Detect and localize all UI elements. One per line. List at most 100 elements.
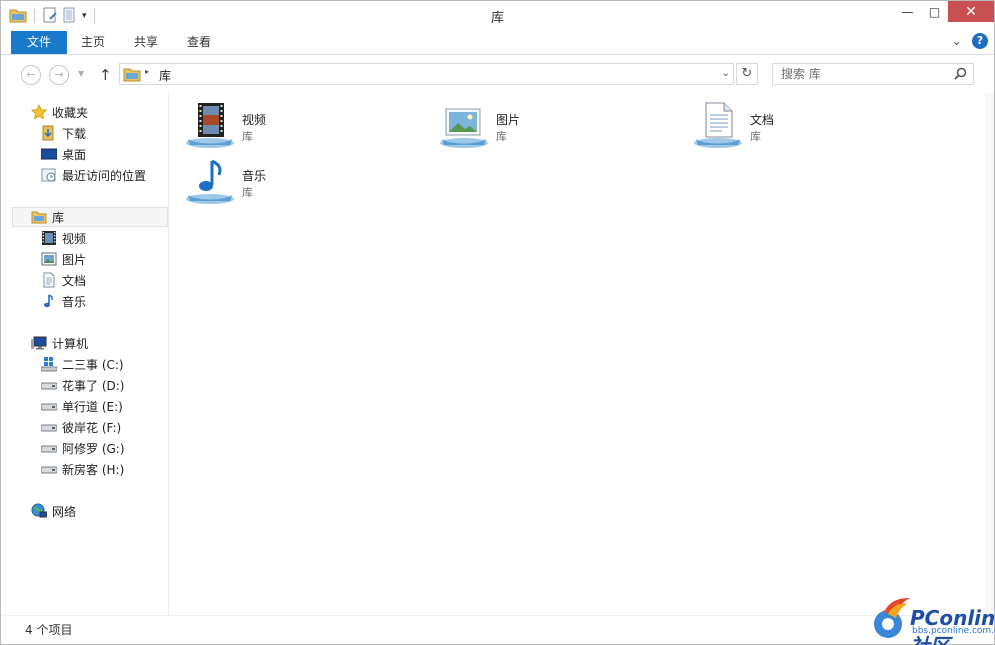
- video-library-icon: [186, 101, 238, 149]
- library-name: 文档: [750, 113, 775, 127]
- nav-item-label: 下载: [62, 126, 87, 141]
- watermark-logo: PConline社区 bbs.pconline.com.cn: [872, 590, 995, 645]
- nav-libraries-label: 库: [52, 210, 65, 225]
- document-library-icon: [694, 101, 746, 149]
- nav-item-label: 阿修罗 (G:): [62, 441, 125, 456]
- nav-item-label: 桌面: [62, 147, 87, 162]
- nav-network-label: 网络: [52, 504, 77, 519]
- video-icon: [41, 230, 57, 246]
- search-input[interactable]: [781, 66, 951, 82]
- library-type: 库: [242, 130, 253, 143]
- item-count: 4 个项目: [25, 623, 73, 637]
- nav-item-label: 二三事 (C:): [62, 357, 124, 372]
- nav-item-drive-d[interactable]: 花事了 (D:): [1, 375, 168, 395]
- nav-item-label: 最近访问的位置: [62, 168, 147, 183]
- nav-item-videos[interactable]: 视频: [1, 228, 168, 248]
- expand-ribbon-icon[interactable]: ⌄: [951, 34, 962, 49]
- search-icon[interactable]: [954, 67, 967, 83]
- address-bar[interactable]: ▸ 库 ⌄: [119, 63, 734, 85]
- windows-drive-icon: [40, 356, 58, 372]
- forward-button[interactable]: →: [49, 65, 69, 85]
- picture-icon: [41, 251, 57, 267]
- nav-item-label: 音乐: [62, 294, 87, 309]
- nav-item-recent-places[interactable]: 最近访问的位置: [1, 165, 168, 185]
- library-type: 库: [242, 186, 253, 199]
- nav-network[interactable]: 网络: [1, 501, 168, 521]
- nav-item-drive-h[interactable]: 新房客 (H:): [1, 459, 168, 479]
- nav-item-documents[interactable]: 文档: [1, 270, 168, 290]
- watermark-emblem-icon: [874, 598, 910, 638]
- library-item-documents[interactable]: 文档 库: [678, 97, 918, 149]
- library-name: 音乐: [242, 169, 267, 183]
- ribbon-right-controls: ⌄ ?: [951, 33, 988, 49]
- nav-item-label: 图片: [62, 252, 87, 267]
- nav-item-label: 新房客 (H:): [62, 462, 125, 477]
- library-type: 库: [750, 130, 761, 143]
- ribbon-tabs: 文件 主页 共享 查看 ⌄ ?: [1, 30, 994, 55]
- explorer-window: ▾ 库 — □ ✕ 文件 主页 共享 查看 ⌄ ? ← → ▼ ↑ ▸ 库 ⌄ …: [0, 0, 995, 645]
- computer-icon: [31, 335, 47, 351]
- music-library-icon: [186, 157, 238, 205]
- nav-item-drive-c[interactable]: 二三事 (C:): [1, 354, 168, 374]
- drive-icon: [40, 461, 58, 477]
- tab-share[interactable]: 共享: [119, 31, 173, 54]
- library-name: 图片: [496, 113, 521, 127]
- nav-item-pictures[interactable]: 图片: [1, 249, 168, 269]
- library-item-pictures[interactable]: 图片 库: [424, 97, 664, 149]
- nav-libraries[interactable]: 库: [12, 207, 168, 227]
- nav-item-drive-g[interactable]: 阿修罗 (G:): [1, 438, 168, 458]
- window-title: 库: [490, 11, 504, 26]
- document-icon: [41, 272, 57, 288]
- network-icon: [31, 503, 48, 519]
- tab-home[interactable]: 主页: [67, 31, 119, 54]
- library-folder-icon: [123, 66, 141, 85]
- nav-item-label: 花事了 (D:): [62, 378, 125, 393]
- breadcrumb[interactable]: 库: [159, 67, 171, 84]
- nav-item-drive-e[interactable]: 单行道 (E:): [1, 396, 168, 416]
- picture-library-icon: [440, 101, 492, 149]
- breadcrumb-arrow-icon[interactable]: ▸: [145, 67, 149, 76]
- drive-icon: [40, 377, 58, 393]
- tab-file[interactable]: 文件: [11, 31, 67, 54]
- music-icon: [41, 293, 57, 309]
- window-controls: — □ ✕: [894, 1, 994, 22]
- nav-item-label: 彼岸花 (F:): [62, 420, 122, 435]
- nav-computer-label: 计算机: [52, 336, 89, 351]
- address-dropdown-icon[interactable]: ⌄: [722, 68, 730, 79]
- status-bar: 4 个项目 PConline社区 bbs.pconline.com.cn: [1, 598, 995, 645]
- nav-item-drive-f[interactable]: 彼岸花 (F:): [1, 417, 168, 437]
- drive-icon: [40, 419, 58, 435]
- desktop-icon: [40, 146, 58, 162]
- address-toolbar: ← → ▼ ↑ ▸ 库 ⌄ ↻: [1, 56, 994, 93]
- vertical-scrollbar[interactable]: [985, 93, 994, 615]
- nav-item-music[interactable]: 音乐: [1, 291, 168, 311]
- library-item-music[interactable]: 音乐 库: [170, 153, 410, 205]
- tab-view[interactable]: 查看: [173, 31, 225, 54]
- refresh-button[interactable]: ↻: [736, 63, 758, 85]
- nav-computer[interactable]: 计算机: [1, 333, 168, 353]
- nav-favorites-label: 收藏夹: [52, 105, 89, 120]
- library-type: 库: [496, 130, 507, 143]
- star-icon: [30, 104, 48, 120]
- up-button[interactable]: ↑: [99, 66, 112, 84]
- minimize-button[interactable]: —: [894, 1, 921, 22]
- nav-favorites[interactable]: 收藏夹: [1, 102, 168, 122]
- back-button[interactable]: ←: [21, 65, 41, 85]
- file-list[interactable]: 视频 库 图片 库 文档 库 音乐 库: [170, 93, 985, 615]
- library-item-videos[interactable]: 视频 库: [170, 97, 410, 149]
- watermark-subtext: bbs.pconline.com.cn: [912, 626, 995, 636]
- help-icon[interactable]: ?: [972, 33, 988, 49]
- library-name: 视频: [242, 113, 267, 127]
- recent-places-icon: [41, 167, 57, 183]
- search-box[interactable]: [772, 63, 974, 85]
- navigation-pane[interactable]: 收藏夹 下载 桌面 最近访问的位置 库 视频 图片 文档 音乐 计算机 二三事 …: [1, 93, 169, 615]
- nav-item-downloads[interactable]: 下载: [1, 123, 168, 143]
- close-button[interactable]: ✕: [948, 1, 994, 22]
- library-icon: [31, 209, 47, 225]
- nav-item-desktop[interactable]: 桌面: [1, 144, 168, 164]
- maximize-button[interactable]: □: [921, 1, 948, 22]
- recent-locations-dropdown-icon[interactable]: ▼: [78, 69, 84, 78]
- nav-item-label: 单行道 (E:): [62, 399, 123, 414]
- title-bar[interactable]: ▾ 库 — □ ✕: [1, 1, 994, 30]
- nav-item-label: 文档: [62, 273, 87, 288]
